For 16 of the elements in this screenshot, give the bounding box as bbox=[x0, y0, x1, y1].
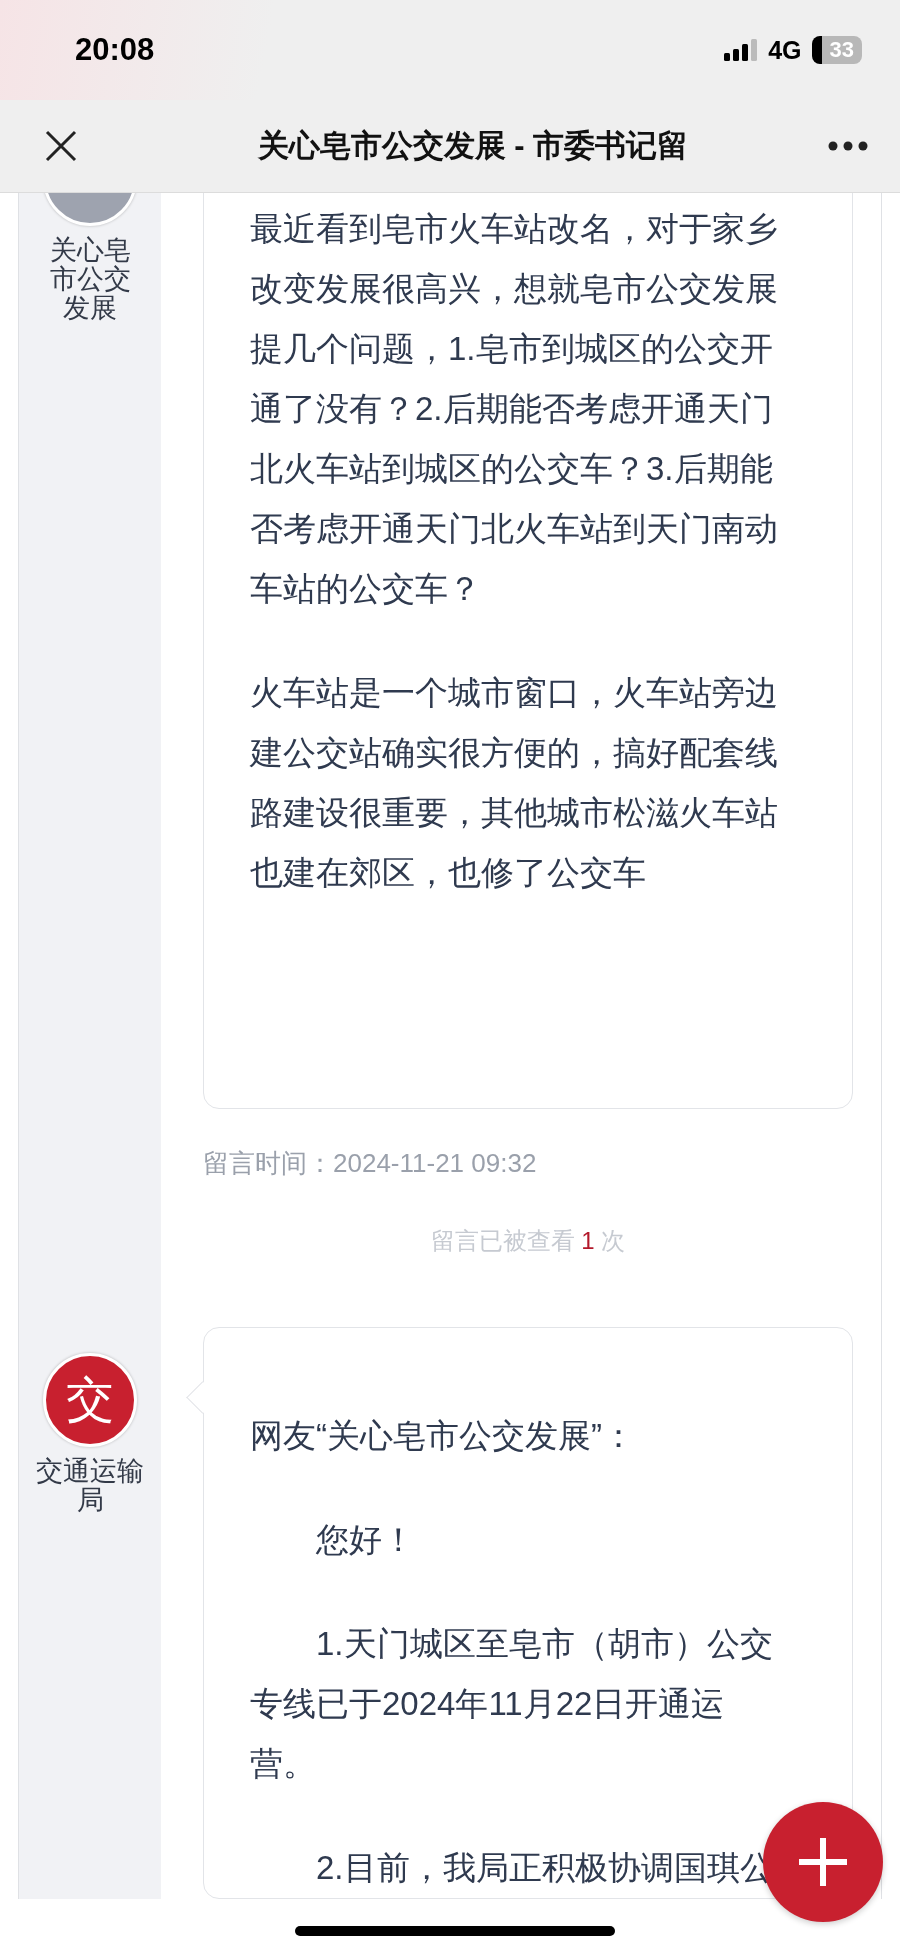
clock: 20:08 bbox=[75, 32, 155, 68]
signal-icon bbox=[724, 39, 759, 61]
message-time: 留言时间：2024-11-21 09:32 bbox=[203, 1147, 538, 1180]
message-text: 网友“关心皂市公交发展”： bbox=[250, 1416, 636, 1456]
message-text: 火车站是一个城市窗口，火车站旁边建公交站确实很方便的，搞好配套线路建设很重要，其他城市松滋火车站也建在郊区，也修了公交车 bbox=[250, 673, 779, 893]
avatar: 交 bbox=[43, 1353, 137, 1447]
message-text: 最近看到皂市火车站改名，对于家乡改变发展很高兴，想就皂市公交发展提几个问题，1.皂市到城区的公交开通了没有？2.后期能否考虑开通天门北火车站到城区的公交车？3.后期能否考虑开通天门北火车站到天门南动车站的公交车？ bbox=[250, 209, 779, 609]
message-text: 1.天门城区至皂市（胡市）公交专线已于2024年11月22日开通运营。 bbox=[250, 1624, 774, 1784]
author-name: 交通运输局 bbox=[35, 1457, 145, 1515]
page-title: 关心皂市公交发展 - 市委书记留 bbox=[256, 127, 690, 165]
view-count-text: 留言已被查看 1 次 bbox=[429, 1226, 627, 1256]
network-label: 4G bbox=[768, 35, 802, 65]
plus-icon bbox=[797, 1836, 849, 1888]
author-name: 关心皂市公交发展 bbox=[48, 236, 132, 323]
message-text: 您好！ bbox=[315, 1520, 416, 1560]
battery-indicator: 33 bbox=[811, 36, 862, 64]
